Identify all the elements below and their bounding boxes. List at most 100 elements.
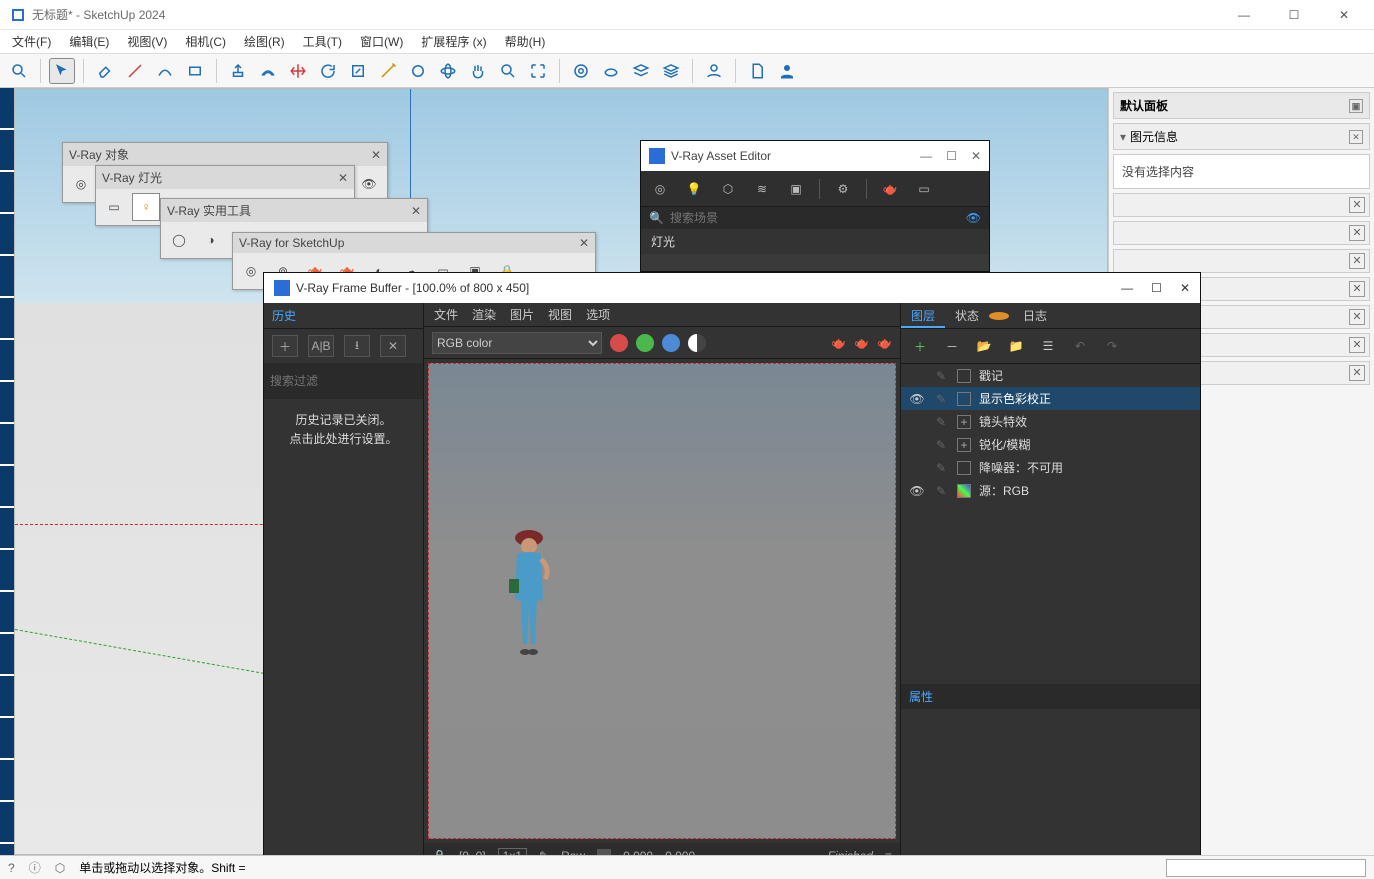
- entity-info-header[interactable]: ▾图元信息✕: [1113, 123, 1370, 150]
- tab-materials-icon[interactable]: ◎: [649, 178, 671, 200]
- vray-render-icon[interactable]: [598, 58, 624, 84]
- red-channel-icon[interactable]: [610, 334, 628, 352]
- orbit-tool-icon[interactable]: [435, 58, 461, 84]
- menu-item[interactable]: 相机(C): [181, 31, 230, 52]
- close-icon[interactable]: ✕: [1349, 130, 1363, 144]
- layer-row[interactable]: ✎+锐化/模糊: [901, 433, 1200, 456]
- asset-category[interactable]: 灯光: [641, 229, 989, 254]
- tab-textures-icon[interactable]: ▣: [785, 178, 807, 200]
- close-icon[interactable]: ✕: [1349, 337, 1365, 353]
- zoom-tool-icon[interactable]: [495, 58, 521, 84]
- teapot-render-icon[interactable]: 🫖: [831, 336, 846, 350]
- history-search-input[interactable]: [270, 374, 425, 388]
- close-icon[interactable]: ✕: [579, 236, 589, 250]
- close-icon[interactable]: ✕: [1349, 365, 1365, 381]
- geo-icon[interactable]: ⬡: [55, 861, 65, 875]
- window-minimize[interactable]: ―: [1224, 8, 1264, 22]
- edit-icon[interactable]: ✎: [933, 415, 949, 429]
- vray-settings-icon[interactable]: [658, 58, 684, 84]
- rotate-tool-icon[interactable]: [315, 58, 341, 84]
- history-tab[interactable]: 历史: [264, 303, 423, 329]
- window-close[interactable]: ✕: [1324, 8, 1364, 22]
- pin-icon[interactable]: ▣: [1349, 99, 1363, 113]
- channel-select[interactable]: RGB color: [432, 332, 602, 354]
- vfb-menu-item[interactable]: 文件: [434, 306, 458, 323]
- window-minimize[interactable]: ―: [920, 149, 932, 163]
- pushpull-tool-icon[interactable]: [225, 58, 251, 84]
- close-icon[interactable]: ✕: [1349, 281, 1365, 297]
- tab-geometry-icon[interactable]: ⬡: [717, 178, 739, 200]
- remove-layer-icon[interactable]: －: [941, 335, 963, 357]
- menu-item[interactable]: 窗口(W): [356, 31, 407, 52]
- layer-row[interactable]: 👁✎显示色彩校正: [901, 387, 1200, 410]
- util-sphere-icon[interactable]: ◯: [165, 226, 193, 254]
- menu-item[interactable]: 绘图(R): [240, 31, 289, 52]
- light-rect-icon[interactable]: ▭: [100, 193, 128, 221]
- rectangle-tool-icon[interactable]: [182, 58, 208, 84]
- profile-icon[interactable]: [774, 58, 800, 84]
- clear-icon[interactable]: 👁: [966, 211, 981, 225]
- vfb-tab[interactable]: 状态: [945, 303, 989, 328]
- line-tool-icon[interactable]: [122, 58, 148, 84]
- vfb-tab[interactable]: 日志: [1013, 303, 1057, 328]
- vray-asset-editor[interactable]: V-Ray Asset Editor ―☐✕ ◎ 💡 ⬡ ≋ ▣ ⚙ 🫖 ▭ 🔍…: [640, 140, 990, 272]
- compare-icon[interactable]: A|B: [308, 335, 334, 357]
- delete-icon[interactable]: ✕: [380, 335, 406, 357]
- asset-search-input[interactable]: [670, 211, 960, 225]
- paint-tool-icon[interactable]: [405, 58, 431, 84]
- add-layer-icon[interactable]: ＋: [909, 335, 931, 357]
- window-close[interactable]: ✕: [1180, 281, 1190, 295]
- mono-channel-icon[interactable]: [688, 334, 706, 352]
- close-icon[interactable]: ✕: [1349, 253, 1365, 269]
- layer-row[interactable]: 👁✎源：RGB: [901, 479, 1200, 502]
- settings-icon[interactable]: ⚙: [832, 178, 854, 200]
- window-close[interactable]: ✕: [971, 149, 981, 163]
- vray-frame-buffer[interactable]: V-Ray Frame Buffer - [100.0% of 800 x 45…: [263, 272, 1201, 870]
- list-icon[interactable]: ☰: [1037, 335, 1059, 357]
- vfb-tab[interactable]: 图层: [901, 303, 945, 328]
- close-icon[interactable]: ✕: [338, 171, 348, 185]
- info-icon[interactable]: ⓘ: [29, 859, 41, 876]
- obj-eye-icon[interactable]: 👁: [355, 170, 383, 198]
- obj-proxy-icon[interactable]: ◎: [67, 170, 95, 198]
- layer-row[interactable]: ✎降噪器：不可用: [901, 456, 1200, 479]
- green-channel-icon[interactable]: [636, 334, 654, 352]
- close-icon[interactable]: ✕: [411, 204, 421, 218]
- help-icon[interactable]: ?: [8, 861, 15, 875]
- asset-editor-icon[interactable]: ◎: [237, 257, 265, 285]
- vray-layers-icon[interactable]: [628, 58, 654, 84]
- close-icon[interactable]: ✕: [1349, 197, 1365, 213]
- measurement-input[interactable]: [1166, 859, 1366, 877]
- user-icon[interactable]: [701, 58, 727, 84]
- offset-tool-icon[interactable]: [255, 58, 281, 84]
- tape-tool-icon[interactable]: [375, 58, 401, 84]
- eraser-tool-icon[interactable]: [92, 58, 118, 84]
- menu-item[interactable]: 帮助(H): [501, 31, 550, 52]
- folder-save-icon[interactable]: 📁: [1005, 335, 1027, 357]
- arc-tool-icon[interactable]: [152, 58, 178, 84]
- vfb-titlebar[interactable]: V-Ray Frame Buffer - [100.0% of 800 x 45…: [264, 273, 1200, 303]
- menu-item[interactable]: 文件(F): [8, 31, 55, 52]
- search-tool-icon[interactable]: [6, 58, 32, 84]
- render-view[interactable]: [428, 363, 896, 839]
- vfb-menu-item[interactable]: 图片: [510, 306, 534, 323]
- zoom-extents-tool-icon[interactable]: [525, 58, 551, 84]
- window-minimize[interactable]: ―: [1121, 281, 1133, 295]
- move-tool-icon[interactable]: [285, 58, 311, 84]
- menu-item[interactable]: 编辑(E): [65, 31, 113, 52]
- save-icon[interactable]: ＋: [272, 335, 298, 357]
- vfb-menu-item[interactable]: 渲染: [472, 306, 496, 323]
- menu-item[interactable]: 视图(V): [123, 31, 171, 52]
- undo-icon[interactable]: ↶: [1069, 335, 1091, 357]
- edit-icon[interactable]: ✎: [933, 461, 949, 475]
- window-maximize[interactable]: ☐: [946, 149, 957, 163]
- select-tool-icon[interactable]: [49, 58, 75, 84]
- menu-item[interactable]: 扩展程序 (x): [417, 31, 490, 52]
- asset-titlebar[interactable]: V-Ray Asset Editor ―☐✕: [641, 141, 989, 171]
- edit-icon[interactable]: ✎: [933, 392, 949, 406]
- edit-icon[interactable]: ✎: [933, 369, 949, 383]
- edit-icon[interactable]: ✎: [933, 484, 949, 498]
- vfb-menu-item[interactable]: 视图: [548, 306, 572, 323]
- visibility-icon[interactable]: 👁: [909, 392, 925, 406]
- menu-item[interactable]: 工具(T): [299, 31, 346, 52]
